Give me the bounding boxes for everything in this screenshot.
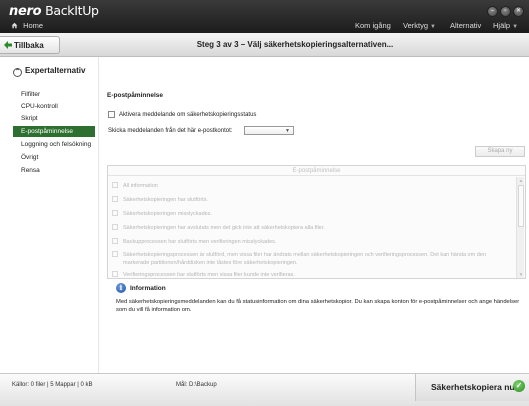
enable-notification-checkbox[interactable]	[108, 111, 115, 118]
main-panel: E-postpåminnelse Aktivera meddelande om …	[98, 57, 529, 373]
list-item[interactable]: Verifieringsprocessen har slutförts men …	[112, 271, 295, 278]
checkbox[interactable]	[112, 210, 118, 216]
backup-now-label: Säkerhetskopiera nu	[431, 382, 515, 392]
list-item[interactable]: Säkerhetskopieringsprocessen är slutförd…	[112, 251, 507, 267]
back-label: Tillbaka	[14, 41, 44, 50]
menu-label: Alternativ	[450, 21, 482, 30]
create-new-button[interactable]: Skapa ny	[475, 146, 525, 157]
checkbox[interactable]	[112, 196, 118, 202]
expert-options-toggle[interactable]: ⌃ Expertalternativ	[13, 66, 85, 77]
email-account-select[interactable]: ▼	[244, 126, 294, 135]
home-icon	[11, 22, 18, 29]
list-item[interactable]: Säkerhetskopieringen misslyckades.	[112, 210, 212, 217]
checkmark-icon: ✓	[513, 380, 525, 392]
target-path: Mål: D:\Backup	[176, 382, 217, 388]
chevron-up-icon: ⌃	[13, 68, 22, 77]
minimize-icon[interactable]: –	[487, 6, 498, 17]
close-icon[interactable]: ✕	[513, 6, 524, 17]
list-scrollbar[interactable]: ▲ ▼	[516, 177, 524, 278]
list-item-label: All information	[123, 183, 158, 189]
sidebar-item-skript[interactable]: Skript	[13, 113, 95, 124]
menu-verktyg[interactable]: Verktyg ▼	[403, 21, 436, 30]
scroll-up-icon[interactable]: ▲	[517, 177, 525, 184]
menu-label: Verktyg	[403, 21, 429, 30]
list-item[interactable]: All information	[112, 182, 158, 189]
info-text: Med säkerhetskopieringsmeddelanden kan d…	[116, 299, 520, 313]
restore-icon[interactable]: ▫	[500, 6, 511, 17]
sidebar-item-loggning[interactable]: Loggning och felsökning	[13, 139, 95, 150]
sidebar-item-ovrigt[interactable]: Övrigt	[13, 152, 95, 163]
checkbox[interactable]	[112, 271, 118, 277]
scroll-down-icon[interactable]: ▼	[517, 271, 525, 278]
sidebar-item-e-postpaminnelse[interactable]: E-postpåminnelse	[13, 126, 95, 137]
menu-label: Kom igång	[355, 21, 391, 30]
sidebar-item-cpu-kontroll[interactable]: CPU-kontroll	[13, 101, 95, 112]
enable-notification-label: Aktivera meddelande om säkerhetskopierin…	[119, 112, 257, 118]
list-item[interactable]: Säkerhetskopieringen har avslutats men d…	[112, 224, 325, 231]
list-header: E-postpåminnelse	[108, 166, 525, 176]
list-item-label: Verifieringsprocessen har slutförts men …	[123, 272, 295, 278]
menu-hjalp[interactable]: Hjälp ▼	[493, 21, 518, 30]
home-label: Home	[23, 21, 44, 30]
expert-options-label: Expertalternativ	[25, 66, 86, 75]
info-title: Information	[130, 285, 166, 292]
logo-product: BackItUp	[45, 3, 99, 18]
back-button[interactable]: Tillbaka	[0, 36, 60, 54]
menu-kom-igang[interactable]: Kom igång	[355, 21, 391, 30]
sidebar-item-filfilter[interactable]: Filfilter	[13, 89, 95, 100]
step-title: Steg 3 av 3 – Välj säkerhetskopieringsal…	[196, 40, 394, 49]
scroll-thumb[interactable]	[518, 185, 524, 227]
logo-brand: nero	[9, 4, 42, 19]
section-title: E-postpåminnelse	[107, 92, 163, 99]
checkbox[interactable]	[112, 238, 118, 244]
arrow-left-icon	[4, 41, 12, 49]
sidebar: ⌃ Expertalternativ Filfilter CPU-kontroll…	[0, 57, 98, 373]
step-header: Tillbaka Steg 3 av 3 – Välj säkerhetskop…	[0, 33, 529, 57]
list-item-label: Säkerhetskopieringen misslyckades.	[123, 211, 212, 217]
account-label: Skicka meddelanden från det här e-postko…	[108, 128, 233, 134]
checkbox[interactable]	[112, 182, 118, 188]
checkbox[interactable]	[112, 251, 118, 257]
checkbox[interactable]	[112, 224, 118, 230]
title-bar: nero BackItUp Home Kom igång Verktyg ▼ Al…	[0, 0, 529, 33]
notification-list: E-postpåminnelse All information Säkerhe…	[107, 165, 526, 279]
list-item[interactable]: Backupprocessen har slutförts men verifi…	[112, 238, 276, 245]
list-item[interactable]: Säkerhetskopieringen har slutförts.	[112, 196, 208, 203]
status-bar: Källor: 0 filer | 5 Mappar | 0 kB Mål: D…	[0, 373, 529, 406]
source-summary: Källor: 0 filer | 5 Mappar | 0 kB	[12, 382, 93, 388]
list-item-label: Säkerhetskopieringsprocessen är slutförd…	[123, 252, 486, 266]
info-icon: i	[116, 283, 126, 293]
sidebar-item-rensa[interactable]: Rensa	[13, 165, 95, 176]
home-link[interactable]: Home	[11, 21, 43, 30]
chevron-down-icon: ▼	[430, 24, 436, 30]
chevron-down-icon: ▼	[285, 128, 290, 134]
list-item-label: Backupprocessen har slutförts men verifi…	[123, 239, 277, 245]
list-item-label: Säkerhetskopieringen har avslutats men d…	[123, 225, 325, 231]
app-logo: nero BackItUp	[9, 3, 99, 19]
list-item-label: Säkerhetskopieringen har slutförts.	[123, 197, 208, 203]
menu-alternativ[interactable]: Alternativ	[450, 21, 481, 30]
chevron-down-icon: ▼	[512, 24, 519, 30]
menu-label: Hjälp	[493, 21, 511, 30]
backup-now-button[interactable]: Säkerhetskopiera nu ✓	[415, 374, 529, 401]
